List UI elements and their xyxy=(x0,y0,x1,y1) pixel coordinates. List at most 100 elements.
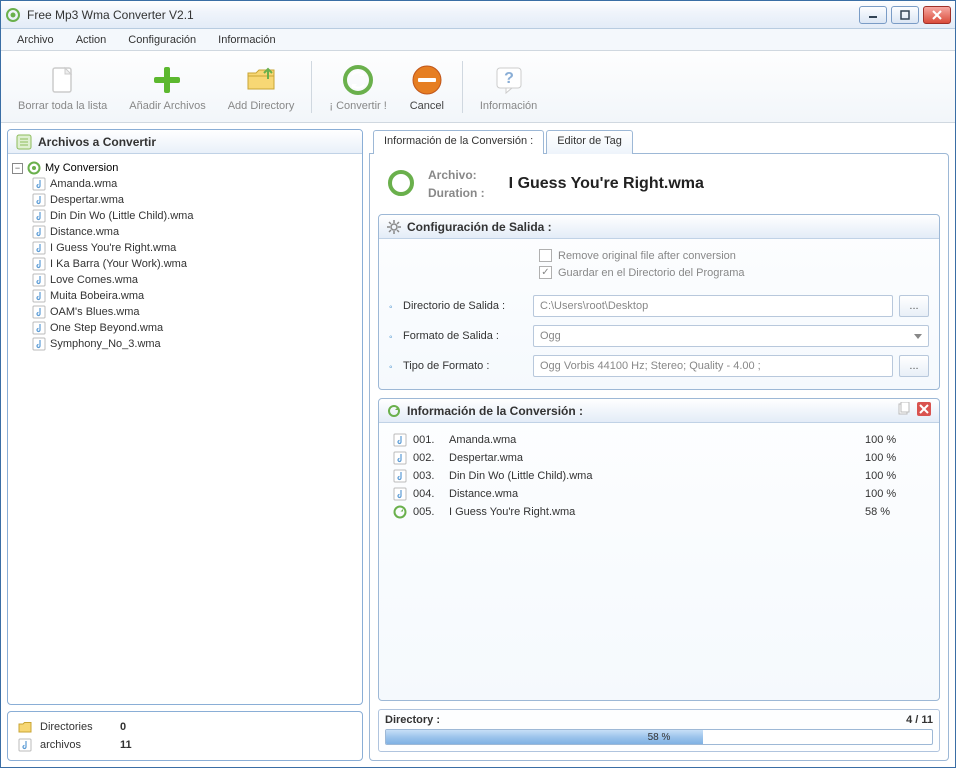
main-area: Archivos a Convertir − My Conversion Ama… xyxy=(1,123,955,767)
remove-original-checkbox[interactable]: Remove original file after conversion xyxy=(539,247,929,264)
output-dir-browse-button[interactable]: ... xyxy=(899,295,929,317)
menu-config[interactable]: Configuración xyxy=(118,32,206,48)
output-format-label: Formato de Salida : xyxy=(403,330,533,342)
close-panel-icon[interactable] xyxy=(917,402,931,419)
tree-file-item[interactable]: Despertar.wma xyxy=(12,192,358,208)
tab-tag-editor[interactable]: Editor de Tag xyxy=(546,130,633,154)
svg-text:?: ? xyxy=(504,70,514,87)
directories-label: Directories xyxy=(40,721,120,733)
conversion-info-group: Información de la Conversión : 001.Amand… xyxy=(378,398,940,701)
refresh-icon xyxy=(387,404,401,418)
tree-file-label: Din Din Wo (Little Child).wma xyxy=(50,210,193,222)
music-file-icon xyxy=(32,289,46,303)
music-file-icon xyxy=(32,225,46,239)
format-type-value: Ogg Vorbis 44100 Hz; Stereo; Quality - 4… xyxy=(540,360,761,372)
tree-file-item[interactable]: Symphony_No_3.wma xyxy=(12,336,358,352)
add-directory-button[interactable]: Add Directory xyxy=(217,55,306,119)
tree-file-label: Distance.wma xyxy=(50,226,119,238)
tree-file-item[interactable]: Love Comes.wma xyxy=(12,272,358,288)
info-button[interactable]: ? Información xyxy=(469,55,548,119)
output-format-row: ◦ Formato de Salida : Ogg xyxy=(389,321,929,351)
tree-file-item[interactable]: Din Din Wo (Little Child).wma xyxy=(12,208,358,224)
maximize-button[interactable] xyxy=(891,6,919,24)
conversion-index: 003. xyxy=(413,470,449,482)
save-program-dir-checkbox[interactable]: Guardar en el Directorio del Programa xyxy=(539,264,929,281)
tree-file-item[interactable]: Amanda.wma xyxy=(12,176,358,192)
tree-file-item[interactable]: I Guess You're Right.wma xyxy=(12,240,358,256)
toolbar-separator xyxy=(311,61,312,113)
format-type-field[interactable]: Ogg Vorbis 44100 Hz; Stereo; Quality - 4… xyxy=(533,355,893,377)
tree-file-label: Love Comes.wma xyxy=(50,274,138,286)
music-file-icon xyxy=(393,451,407,465)
conversion-index: 005. xyxy=(413,506,449,518)
conversion-filename: Din Din Wo (Little Child).wma xyxy=(449,470,865,482)
toolbar-separator-2 xyxy=(462,61,463,113)
format-type-label: Tipo de Formato : xyxy=(403,360,533,372)
convert-button[interactable]: ¡ Convertir ! xyxy=(318,55,397,119)
conversion-row: 003.Din Din Wo (Little Child).wma100 % xyxy=(389,467,929,485)
format-type-row: ◦ Tipo de Formato : Ogg Vorbis 44100 Hz;… xyxy=(389,351,929,381)
progressbar-label: 58 % xyxy=(386,730,932,744)
output-format-value: Ogg xyxy=(540,330,561,342)
tree-file-label: Despertar.wma xyxy=(50,194,124,206)
tree-file-label: Symphony_No_3.wma xyxy=(50,338,161,350)
menu-action[interactable]: Action xyxy=(66,32,117,48)
conversion-percent: 100 % xyxy=(865,434,925,446)
menubar: Archivo Action Configuración Información xyxy=(1,29,955,51)
tree-file-item[interactable]: Muita Bobeira.wma xyxy=(12,288,358,304)
conversion-percent: 100 % xyxy=(865,470,925,482)
tree-root[interactable]: − My Conversion xyxy=(12,160,358,176)
minimize-button[interactable] xyxy=(859,6,887,24)
info-label: Información xyxy=(480,100,537,112)
conversion-percent: 100 % xyxy=(865,488,925,500)
tab-conversion-info-label: Información de la Conversión : xyxy=(384,135,533,147)
current-filename: I Guess You're Right.wma xyxy=(509,175,704,193)
menu-info[interactable]: Información xyxy=(208,32,285,48)
output-dir-field[interactable]: C:\Users\root\Desktop xyxy=(533,295,893,317)
output-dir-value: C:\Users\root\Desktop xyxy=(540,300,648,312)
toolbar: Borrar toda la lista Añadir Archivos Add… xyxy=(1,51,955,123)
music-file-icon xyxy=(32,193,46,207)
close-button[interactable] xyxy=(923,6,951,24)
copy-icon[interactable] xyxy=(897,402,911,419)
tree-collapse-icon[interactable]: − xyxy=(12,163,23,174)
file-tree[interactable]: − My Conversion Amanda.wma Despertar.wma D… xyxy=(8,154,362,704)
tree-file-item[interactable]: I Ka Barra (Your Work).wma xyxy=(12,256,358,272)
clear-list-button[interactable]: Borrar toda la lista xyxy=(7,55,118,119)
current-file-info: Archivo: Duration : I Guess You're Right… xyxy=(378,162,940,206)
progress-counter: 4 / 11 xyxy=(906,714,933,726)
convert-icon xyxy=(340,62,376,98)
tab-conversion-info[interactable]: Información de la Conversión : xyxy=(373,130,544,154)
tree-file-item[interactable]: OAM's Blues.wma xyxy=(12,304,358,320)
cancel-button[interactable]: Cancel xyxy=(398,55,456,119)
conversion-row: 005.I Guess You're Right.wma58 % xyxy=(389,503,929,521)
cancel-label: Cancel xyxy=(410,100,444,112)
conversion-row: 001.Amanda.wma100 % xyxy=(389,431,929,449)
tree-file-label: Amanda.wma xyxy=(50,178,117,190)
left-panel: Archivos a Convertir − My Conversion Ama… xyxy=(7,129,363,761)
music-file-icon xyxy=(32,209,46,223)
menu-archivo[interactable]: Archivo xyxy=(7,32,64,48)
conversion-filename: I Guess You're Right.wma xyxy=(449,506,865,518)
conversion-percent: 58 % xyxy=(865,506,925,518)
conversion-info-header: Información de la Conversión : xyxy=(379,399,939,423)
titlebar: Free Mp3 Wma Converter V2.1 xyxy=(1,1,955,29)
directory-progress: Directory : 4 / 11 58 % xyxy=(378,709,940,752)
files-panel-header: Archivos a Convertir xyxy=(8,130,362,154)
tree-file-item[interactable]: Distance.wma xyxy=(12,224,358,240)
format-type-browse-button[interactable]: ... xyxy=(899,355,929,377)
music-small-icon xyxy=(18,738,32,752)
music-file-icon xyxy=(393,487,407,501)
conversion-index: 004. xyxy=(413,488,449,500)
app-window: Free Mp3 Wma Converter V2.1 Archivo Acti… xyxy=(0,0,956,768)
music-file-icon xyxy=(32,305,46,319)
remove-original-label: Remove original file after conversion xyxy=(558,250,736,262)
list-icon xyxy=(16,134,32,150)
tree-file-item[interactable]: One Step Beyond.wma xyxy=(12,320,358,336)
convert-label: ¡ Convertir ! xyxy=(329,100,386,112)
convert-status-icon xyxy=(386,168,416,201)
files-panel: Archivos a Convertir − My Conversion Ama… xyxy=(7,129,363,705)
page-icon xyxy=(45,62,81,98)
add-files-button[interactable]: Añadir Archivos xyxy=(118,55,216,119)
output-format-select[interactable]: Ogg xyxy=(533,325,929,347)
